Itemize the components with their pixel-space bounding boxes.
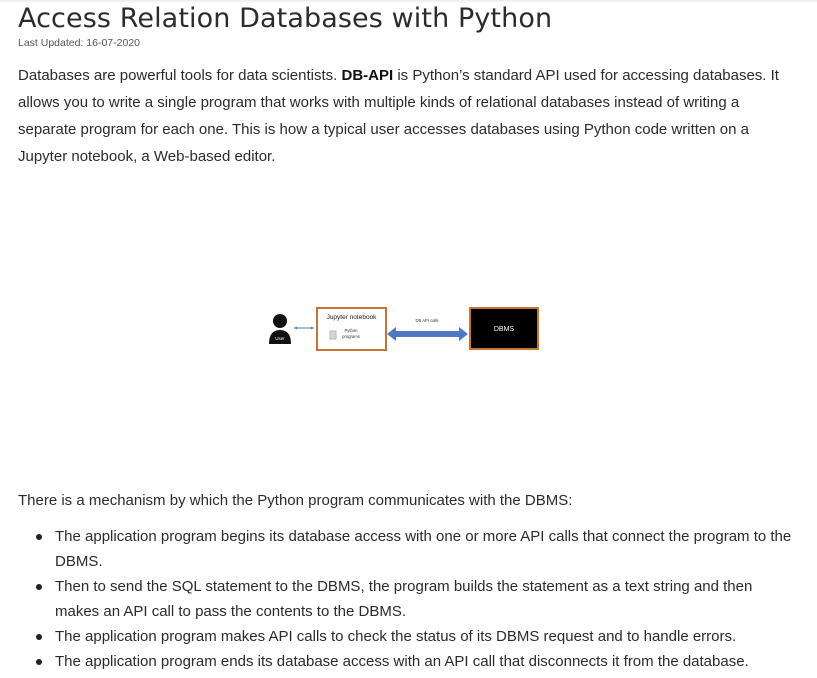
mechanism-intro: There is a mechanism by which the Python… [18,492,573,509]
user-label: User [275,336,285,341]
list-item: The application program ends its databas… [36,649,795,674]
bullet-icon [36,634,42,640]
architecture-diagram: User Jupyter notebook Python programs DB… [250,292,550,362]
notebook-title: Jupyter notebook [327,314,378,321]
step-text: The application program begins its datab… [55,528,792,570]
bullet-icon [36,659,42,665]
intro-text-1: Databases are powerful tools for data sc… [18,67,342,84]
list-item: Then to send the SQL statement to the DB… [36,574,795,624]
last-updated: Last Updated: 16-07-2020 [18,37,141,49]
dbms-label: DBMS [494,326,515,333]
dbms-box: DBMS [469,307,539,350]
list-item: The application program makes API calls … [36,624,795,649]
bullet-icon [36,584,42,590]
page-title: Access Relation Databases with Python [18,3,553,34]
step-text: The application program makes API calls … [55,628,737,645]
programs-label-line2: programs [342,334,360,339]
programs-label-line1: Python [344,328,358,333]
step-text: The application program ends its databas… [55,653,749,670]
steps-list: The application program begins its datab… [18,524,795,674]
list-item: The application program begins its datab… [36,524,795,574]
intro-bold-term: DB-API [341,67,394,84]
article: Access Relation Databases with Python La… [18,0,798,170]
step-text: Then to send the SQL statement to the DB… [55,578,753,620]
arrow-label: DB API calls [415,318,438,323]
jupyter-notebook-box: Jupyter notebook Python programs [316,307,387,351]
bullet-icon [36,534,42,540]
intro-paragraph: Databases are powerful tools for data sc… [18,62,798,170]
document-icon [329,330,337,340]
